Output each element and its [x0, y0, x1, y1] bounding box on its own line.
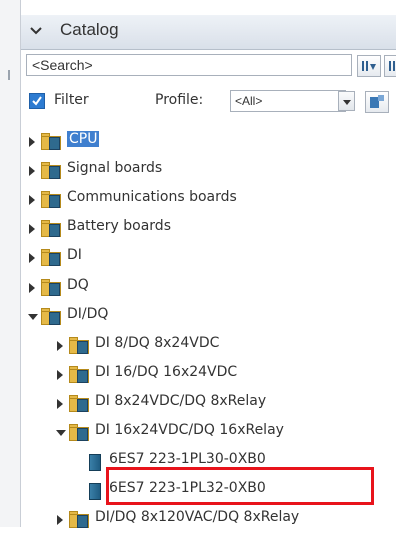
folder-icon: [41, 249, 61, 267]
folder-icon: [69, 365, 89, 383]
tree-item[interactable]: DI: [21, 245, 381, 271]
tree-item[interactable]: DI 16/DQ 16x24VDC: [21, 362, 381, 388]
folder-icon: [69, 336, 89, 354]
tree-item-label: DI 8/DQ 8x24VDC: [95, 334, 220, 351]
chevron-down-icon[interactable]: [338, 91, 355, 111]
tree-item[interactable]: DQ: [21, 275, 381, 301]
tree-item-label: DI 16x24VDC/DQ 16xRelay: [95, 422, 284, 438]
folder-icon: [41, 162, 61, 180]
filter-label[interactable]: Filter: [54, 92, 89, 108]
search-input[interactable]: [26, 54, 352, 76]
expand-arrow-right-icon[interactable]: [57, 398, 63, 409]
filter-checkbox[interactable]: [29, 93, 45, 109]
splitter-grip: [8, 70, 10, 80]
expand-arrow-down-icon[interactable]: [56, 430, 66, 436]
filter-row: Filter Profile: <All>: [21, 90, 396, 116]
tree-item[interactable]: DI 8/DQ 8x24VDC: [21, 333, 381, 359]
folder-icon: [41, 191, 61, 209]
expand-arrow-right-icon[interactable]: [29, 282, 35, 293]
tree-item[interactable]: DI/DQ: [21, 304, 381, 330]
tree-item[interactable]: DI 16x24VDC/DQ 16xRelay: [21, 420, 381, 446]
tree-item[interactable]: CPU: [21, 129, 381, 155]
profile-label: Profile:: [155, 92, 204, 108]
expand-arrow-right-icon[interactable]: [29, 224, 35, 235]
folder-icon: [41, 220, 61, 238]
folder-icon: [41, 133, 61, 150]
search-up-button[interactable]: [384, 55, 396, 77]
tree-item-label: DI: [67, 247, 82, 264]
catalog-header[interactable]: Catalog: [21, 15, 396, 50]
module-icon: [89, 454, 101, 472]
module-icon: [89, 483, 101, 501]
panel-title: Catalog: [60, 20, 119, 39]
tree-item-label: DI 8x24VDC/DQ 8xRelay: [95, 392, 267, 409]
folder-icon: [69, 424, 89, 441]
tree-item[interactable]: DI 8x24VDC/DQ 8xRelay: [21, 391, 381, 417]
folder-icon: [41, 278, 61, 296]
tree-item-label: DI/DQ: [67, 305, 109, 322]
left-splitter[interactable]: [0, 0, 21, 527]
search-down-button[interactable]: [357, 55, 381, 77]
expand-arrow-right-icon[interactable]: [57, 340, 63, 351]
tree-item-label: 6ES7 223-1PL30-0XB0: [109, 451, 266, 468]
expand-arrow-down-icon[interactable]: [28, 313, 38, 320]
expand-arrow-right-icon[interactable]: [29, 253, 35, 264]
expand-arrow-right-icon[interactable]: [29, 137, 35, 147]
expand-arrow-right-icon[interactable]: [57, 515, 63, 526]
tree-item-label: Signal boards: [67, 160, 163, 177]
folder-icon: [69, 511, 89, 529]
expand-arrow-right-icon[interactable]: [29, 166, 35, 177]
folder-icon: [69, 394, 89, 412]
tree-item[interactable]: Signal boards: [21, 158, 381, 184]
expand-arrow-right-icon[interactable]: [57, 369, 63, 380]
profile-settings-icon: [370, 95, 384, 108]
catalog-panel: Catalog Filter Profile: <All>: [21, 0, 396, 529]
profile-settings-button[interactable]: [365, 91, 389, 113]
tree-item[interactable]: Communications boards: [21, 187, 381, 213]
tree-item[interactable]: Battery boards: [21, 216, 381, 242]
tree-item-label: DI/DQ 8x120VAC/DQ 8xRelay: [95, 509, 300, 526]
annotation-highlight-box: [106, 467, 374, 505]
tree-item-label: Communications boards: [67, 189, 237, 206]
tree-item-label: DQ: [67, 276, 89, 293]
profile-select[interactable]: <All>: [230, 90, 346, 112]
search-up-icon: [389, 61, 395, 71]
expand-arrow-right-icon[interactable]: [29, 195, 35, 206]
search-down-icon: [362, 61, 376, 71]
tree-item-label: CPU: [67, 131, 100, 147]
chevron-down-icon[interactable]: [27, 22, 45, 40]
checkmark-icon: [32, 96, 42, 106]
tree-item-label: DI 16/DQ 16x24VDC: [95, 363, 238, 380]
tree-item[interactable]: DI/DQ 8x120VAC/DQ 8xRelay: [21, 507, 381, 533]
folder-icon: [41, 307, 61, 325]
tree-item-label: Battery boards: [67, 218, 171, 235]
